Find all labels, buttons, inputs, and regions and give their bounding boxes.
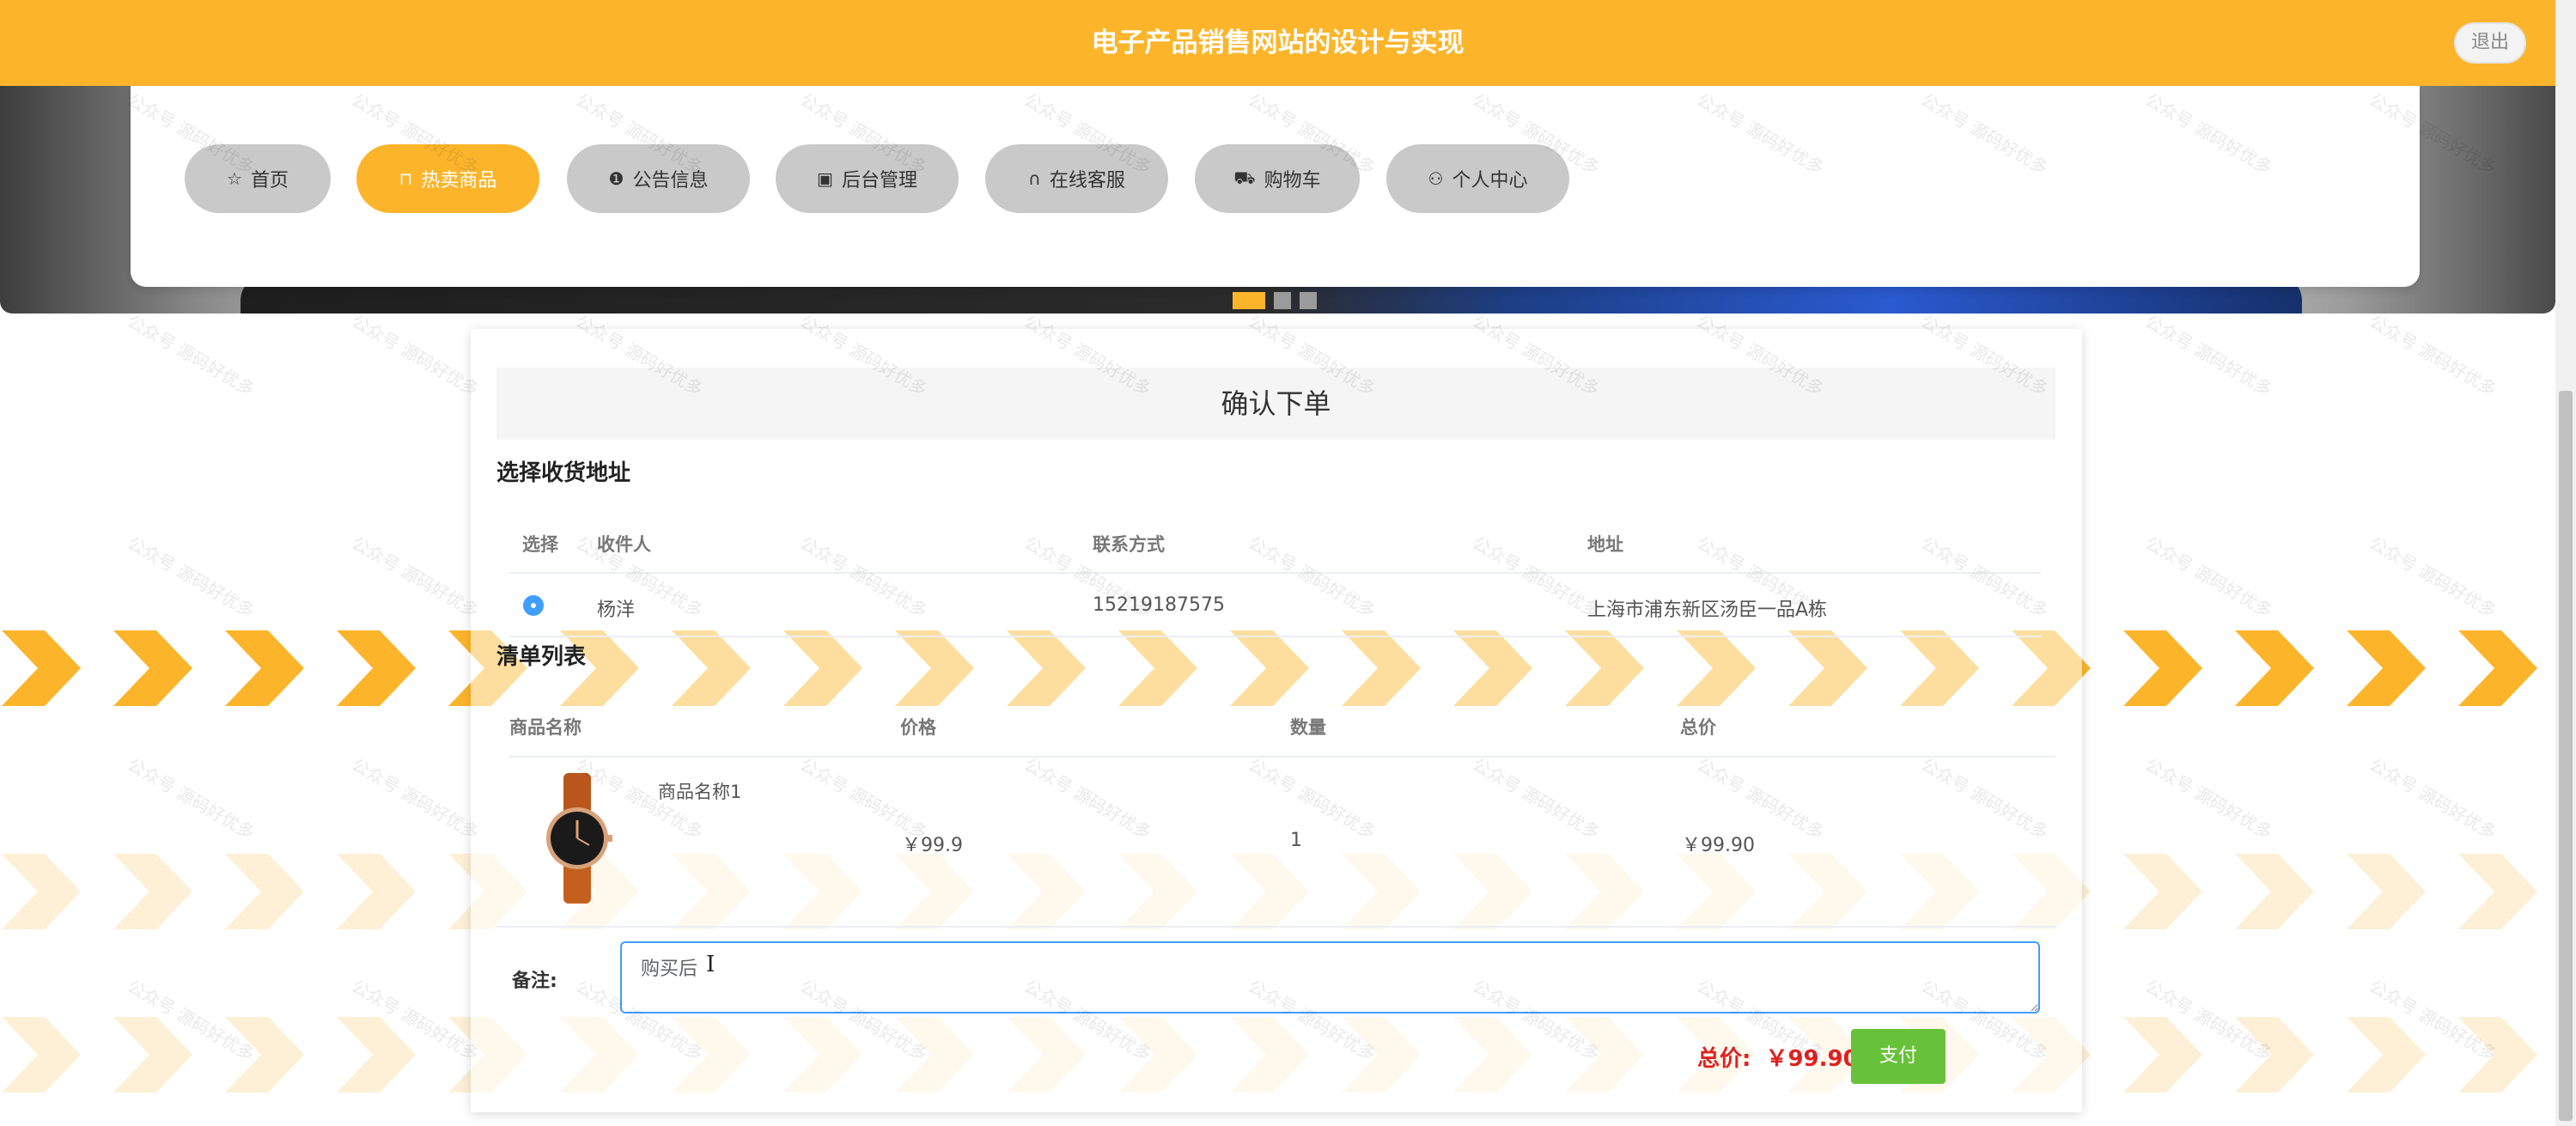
column-header: 价格 (900, 717, 936, 738)
watermark-text: 公众号 源码好优多 (348, 310, 483, 400)
watermark-text: 公众号 源码好优多 (2366, 753, 2500, 843)
column-header: 地址 (1587, 534, 1623, 555)
watermark-text: 公众号 源码好优多 (2366, 532, 2500, 622)
watermark-text: 公众号 源码好优多 (124, 532, 259, 622)
site-title: 电子产品销售网站的设计与实现 (1091, 27, 1465, 58)
nav-item-label: 个人中心 (1452, 170, 1528, 192)
box-icon: ▣ (817, 168, 833, 189)
order-total: 总价: ￥99.90 (1697, 1041, 1859, 1073)
alert-icon: ❶ (608, 168, 624, 189)
address-section-title: 选择收货地址 (496, 460, 631, 486)
recipient-address: 上海市浦东新区汤臣一品A栋 (1587, 600, 1828, 621)
watch-image (546, 773, 612, 904)
nav-item-home[interactable]: ☆ 首页 (185, 144, 331, 213)
product-price: ￥99.9 (902, 835, 963, 856)
text-cursor-icon: I (706, 952, 716, 977)
nav-item-label: 公告信息 (632, 170, 709, 192)
watermark-text: 公众号 源码好优多 (2141, 532, 2276, 622)
remark-label: 备注: (512, 971, 557, 992)
carousel-dot[interactable] (1274, 292, 1291, 309)
recipient-phone: 15219187575 (1093, 594, 1225, 616)
product-name: 商品名称1 (658, 782, 742, 802)
nav-item-label: 热卖商品 (421, 170, 497, 192)
remark-textarea[interactable] (620, 941, 2040, 1013)
nav-item-profile[interactable]: ⚇ 个人中心 (1386, 144, 1569, 213)
nav-item-label: 在线客服 (1049, 170, 1125, 192)
star-icon: ☆ (227, 168, 242, 189)
total-label: 总价: (1697, 1046, 1751, 1072)
page-title: 确认下单 (496, 368, 2055, 440)
watermark-text: 公众号 源码好优多 (2141, 753, 2276, 843)
headset-icon: ∩ (1028, 168, 1041, 189)
divider (509, 756, 2055, 758)
watermark-text: 公众号 源码好优多 (2141, 310, 2276, 400)
column-header: 联系方式 (1093, 534, 1165, 555)
nav-item-label: 购物车 (1264, 170, 1321, 192)
product-quantity: 1 (1290, 830, 1302, 851)
nav-item-admin[interactable]: ▣ 后台管理 (776, 144, 959, 213)
column-header: 收件人 (597, 534, 651, 555)
column-header: 选择 (522, 534, 558, 555)
watermark-text: 公众号 源码好优多 (348, 753, 483, 843)
divider (509, 636, 2041, 637)
carousel-dot[interactable] (1300, 292, 1317, 309)
divider (496, 926, 2055, 928)
column-header: 商品名称 (509, 717, 582, 738)
watermark-text: 公众号 源码好优多 (2366, 310, 2500, 400)
carousel-dot[interactable] (1233, 292, 1265, 309)
watermark-text: 公众号 源码好优多 (348, 532, 483, 622)
pay-button[interactable]: 支付 (1851, 1029, 1946, 1084)
carousel-indicators (1233, 292, 1317, 309)
product-total: ￥99.90 (1682, 835, 1755, 856)
nav-item-announcements[interactable]: ❶ 公告信息 (567, 144, 750, 213)
recipient-name: 杨洋 (597, 600, 636, 621)
watermark-text: 公众号 源码好优多 (124, 310, 259, 400)
cart-icon: ⛟ (1233, 167, 1256, 188)
total-value: ￥99.90 (1765, 1046, 1859, 1072)
scrollbar-thumb[interactable] (2559, 391, 2573, 1121)
divider (509, 572, 2041, 574)
address-radio[interactable] (523, 595, 544, 616)
nav-item-cart[interactable]: ⛟ 购物车 (1195, 144, 1360, 213)
user-icon: ⚇ (1428, 168, 1444, 189)
watermark-text: 公众号 源码好优多 (124, 753, 259, 843)
logout-button[interactable]: 退出 (2454, 22, 2526, 64)
nav-item-online-service[interactable]: ∩ 在线客服 (985, 144, 1168, 213)
column-header: 数量 (1290, 717, 1326, 738)
items-section-title: 清单列表 (496, 644, 587, 670)
scrollbar[interactable] (2555, 0, 2576, 1126)
nav-item-hot-products[interactable]: ⊓ 热卖商品 (356, 144, 539, 213)
bag-icon: ⊓ (399, 168, 413, 189)
column-header: 总价 (1680, 717, 1716, 738)
nav-item-label: 后台管理 (841, 170, 917, 192)
nav-item-label: 首页 (250, 170, 289, 192)
